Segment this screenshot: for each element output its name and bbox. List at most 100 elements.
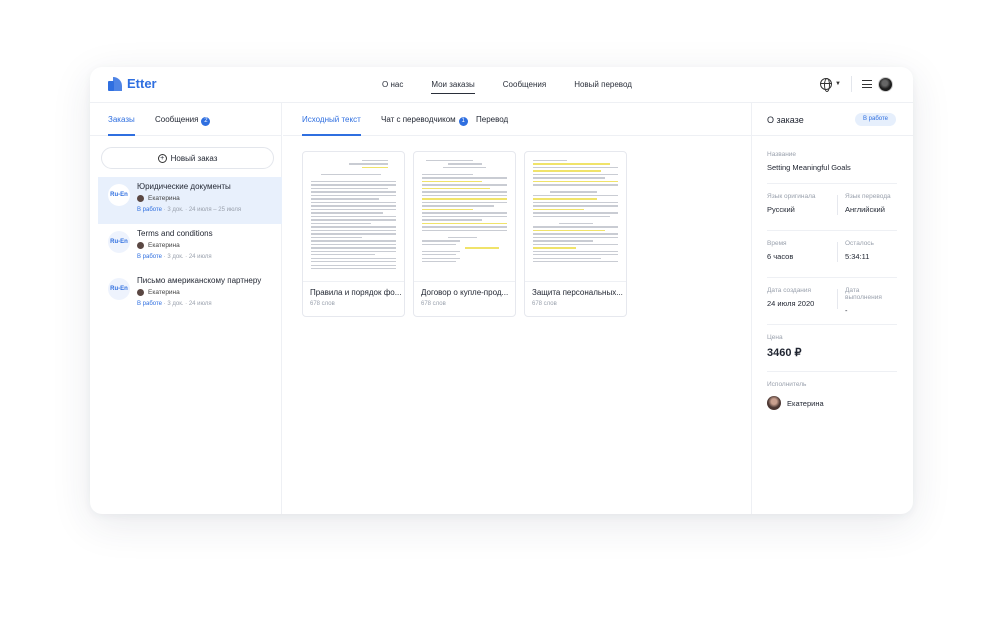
plus-icon: + xyxy=(157,153,167,163)
menu-icon[interactable] xyxy=(862,80,872,88)
performer-name: Екатерина xyxy=(787,398,824,408)
documents-panel: Исходный текст Чат с переводчиком 1 Перев… xyxy=(283,103,751,514)
remaining-field: Осталось 5:34:11 xyxy=(845,240,874,261)
main-nav: О нас Мои заказы Сообщения Новый перевод xyxy=(382,80,660,94)
list-item[interactable]: Ru-En Юридические документы Екатерина В … xyxy=(98,177,282,224)
tab-translation[interactable]: Перевод xyxy=(476,115,508,124)
tab-orders[interactable]: Заказы xyxy=(108,115,135,136)
document-name: Правила и порядок фо... xyxy=(310,288,402,297)
order-meta: В работе · 3 док. · 24 июля – 25 июля xyxy=(137,207,241,213)
new-order-label: Новый заказ xyxy=(170,153,218,163)
order-user: Екатерина xyxy=(137,195,180,202)
document-card[interactable]: Защита персональных... 678 слов xyxy=(524,151,627,317)
order-details-panel: О заказе В работе Название Setting Meani… xyxy=(751,103,913,514)
avatar xyxy=(137,242,144,249)
languages-section: Язык оригинала Русский Язык перевода Анг… xyxy=(767,193,897,217)
chevron-down-icon[interactable]: ▼ xyxy=(835,81,841,87)
document-preview xyxy=(525,152,626,282)
field-label: Время xyxy=(767,240,787,247)
field-label: Дата выполнения xyxy=(845,287,882,301)
user-name: Екатерина xyxy=(148,289,180,296)
field-label: Исполнитель xyxy=(767,381,807,388)
avatar xyxy=(137,289,144,296)
field-value: - xyxy=(845,306,848,315)
order-meta: В работе · 3 док. · 24 июля xyxy=(137,301,212,307)
price-section: Цена 3460 ₽ xyxy=(767,334,897,359)
order-title: Terms and conditions xyxy=(137,229,213,238)
list-item[interactable]: Ru-En Terms and conditions Екатерина В р… xyxy=(98,224,282,271)
document-preview xyxy=(303,152,404,282)
time-field: Время 6 часов xyxy=(767,240,897,261)
nav-new-translation[interactable]: Новый перевод xyxy=(574,80,632,89)
user-name: Екатерина xyxy=(148,195,180,202)
completion-field: Дата выполнения - xyxy=(845,287,897,315)
status-text: В работе xyxy=(137,254,163,260)
document-word-count: 678 слов xyxy=(421,301,446,307)
brand-name: Etter xyxy=(127,76,157,91)
order-details: · 3 док. · 24 июля xyxy=(162,301,212,307)
document-name: Защита персональных... xyxy=(532,288,623,297)
nav-about[interactable]: О нас xyxy=(382,80,403,89)
document-preview xyxy=(414,152,515,282)
document-word-count: 678 слов xyxy=(310,301,335,307)
status-badge: В работе xyxy=(854,113,896,126)
language-pair-badge: Ru-En xyxy=(108,231,130,253)
document-name: Договор о купле-прод... xyxy=(421,288,509,297)
price-value: 3460 ₽ xyxy=(767,347,802,359)
order-title: Юридические документы xyxy=(137,182,231,191)
chat-count-badge: 1 xyxy=(458,117,468,126)
field-label: Осталось xyxy=(845,240,874,247)
logo-icon xyxy=(108,76,122,91)
order-user: Екатерина xyxy=(137,242,180,249)
tab-messages-label: Сообщения xyxy=(155,115,199,124)
top-header: Etter О нас Мои заказы Сообщения Новый п… xyxy=(90,67,913,103)
divider xyxy=(837,242,838,262)
orders-panel: Заказы Сообщения 2 + Новый заказ Ru-En Юр… xyxy=(90,103,282,514)
avatar xyxy=(767,396,781,410)
list-item[interactable]: Ru-En Письмо американскому партнеру Екат… xyxy=(98,271,282,318)
document-word-count: 678 слов xyxy=(532,301,557,307)
header-actions: ▼ xyxy=(820,76,893,92)
order-meta: В работе · 3 док. · 24 июля xyxy=(137,254,212,260)
globe-icon[interactable] xyxy=(820,78,833,92)
document-tabs: Исходный текст Чат с переводчиком 1 Перев… xyxy=(283,103,751,136)
panel-title: О заказе xyxy=(767,115,804,125)
messages-count-badge: 2 xyxy=(201,117,211,126)
order-user: Екатерина xyxy=(137,289,180,296)
status-text: В работе xyxy=(137,301,163,307)
app-window: Etter О нас Мои заказы Сообщения Новый п… xyxy=(90,67,913,514)
avatar[interactable] xyxy=(878,76,893,92)
field-value: Английский xyxy=(845,205,885,214)
performer[interactable]: Екатерина xyxy=(767,396,897,410)
tab-chat[interactable]: Чат с переводчиком 1 xyxy=(381,115,468,126)
divider xyxy=(837,289,838,309)
order-name: Setting Meaningful Goals xyxy=(767,163,851,172)
nav-my-orders[interactable]: Мои заказы xyxy=(431,80,476,94)
document-card[interactable]: Договор о купле-прод... 678 слов xyxy=(413,151,516,317)
field-label: Язык перевода xyxy=(845,193,891,200)
logo[interactable]: Etter xyxy=(108,76,157,91)
field-value: 5:34:11 xyxy=(845,252,870,261)
order-title: Письмо американскому партнеру xyxy=(137,276,262,285)
divider xyxy=(851,76,852,92)
divider xyxy=(767,277,897,278)
tab-source-text[interactable]: Исходный текст xyxy=(302,115,361,136)
divider xyxy=(767,230,897,231)
divider xyxy=(767,183,897,184)
orders-list: Ru-En Юридические документы Екатерина В … xyxy=(98,177,282,318)
performer-section: Исполнитель Екатерина xyxy=(767,381,897,410)
language-pair-badge: Ru-En xyxy=(108,278,130,300)
new-order-button[interactable]: + Новый заказ xyxy=(101,147,274,169)
left-tabs: Заказы Сообщения 2 xyxy=(90,103,281,136)
status-text: В работе xyxy=(137,207,163,213)
order-details: · 3 док. · 24 июля – 25 июля xyxy=(162,207,242,213)
document-card[interactable]: Правила и порядок фо... 678 слов xyxy=(302,151,405,317)
language-pair-badge: Ru-En xyxy=(108,184,130,206)
user-name: Екатерина xyxy=(148,242,180,249)
divider xyxy=(837,195,838,215)
time-section: Время 6 часов Осталось 5:34:11 xyxy=(767,240,897,264)
divider xyxy=(767,324,897,325)
nav-messages[interactable]: Сообщения xyxy=(503,80,546,89)
tab-messages[interactable]: Сообщения 2 xyxy=(155,115,211,126)
order-details: · 3 док. · 24 июля xyxy=(162,254,212,260)
